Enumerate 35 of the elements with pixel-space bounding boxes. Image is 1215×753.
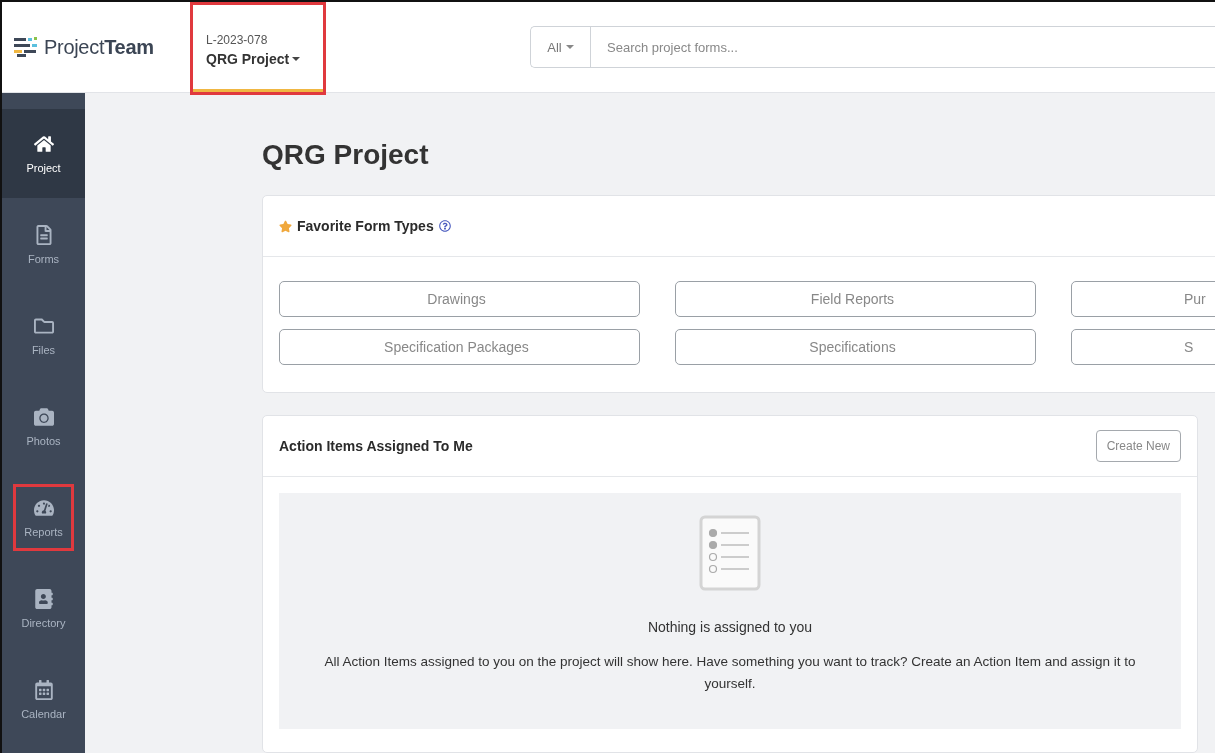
page-title: QRG Project	[262, 138, 430, 172]
card-title: Favorite Form Types	[297, 218, 434, 234]
search-field[interactable]: All Search project forms...	[530, 26, 1215, 68]
create-new-button[interactable]: Create New	[1095, 430, 1181, 462]
sidebar-item[interactable]: Files	[2, 291, 85, 380]
contact-book-icon	[33, 588, 54, 609]
project-name: QRG Project	[206, 50, 316, 67]
form-type-button[interactable]: Drawings	[279, 281, 640, 317]
card-title: Action Items Assigned To Me	[279, 438, 473, 454]
caret-icon	[292, 56, 301, 61]
caret-icon	[565, 45, 574, 49]
checklist-icon	[699, 515, 761, 591]
calendar-icon	[33, 679, 54, 700]
sidebar-item[interactable]: Reports	[2, 473, 85, 562]
form-type-button[interactable]: Pur	[1071, 281, 1215, 317]
sidebar-item[interactable]: Forms	[2, 200, 85, 289]
empty-title: Nothing is assigned to you	[647, 619, 813, 635]
form-type-button[interactable]: Specifications	[675, 329, 1036, 365]
sidebar-item[interactable]: Project	[2, 109, 85, 198]
form-type-button[interactable]: Field Reports	[675, 281, 1036, 317]
gauge-icon	[33, 497, 54, 518]
camera-icon	[33, 406, 54, 427]
project-selector[interactable]: L-2023-078 QRG Project	[192, 4, 324, 93]
home-icon	[33, 133, 54, 154]
sidebar-item[interactable]: Photos	[2, 382, 85, 471]
project-code: L-2023-078	[206, 32, 269, 47]
sidebar-item[interactable]: Directory	[2, 564, 85, 653]
star-icon	[279, 219, 292, 233]
form-type-button[interactable]: Specification Packages	[279, 329, 640, 365]
form-type-button[interactable]: S	[1071, 329, 1215, 365]
logo-text: ProjectTeam	[44, 35, 154, 59]
logo-icon	[14, 37, 38, 57]
help-icon[interactable]	[438, 220, 451, 232]
sidebar-item[interactable]: Calendar	[2, 655, 85, 744]
empty-text: All Action Items assigned to you on the project will show here. Have something you want to track? Create an Action Item and assign it to yourself.	[323, 653, 1137, 693]
